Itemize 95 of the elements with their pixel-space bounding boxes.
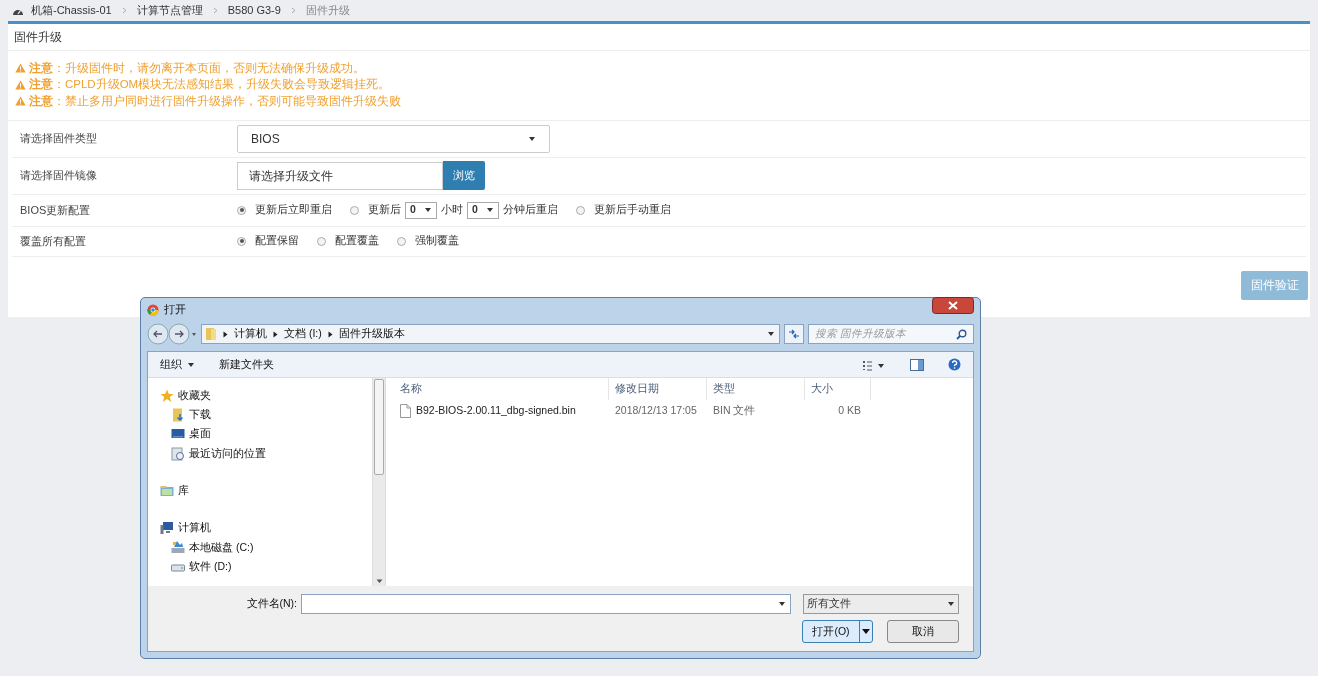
nav-item[interactable]: 最近访问的位置: [189, 445, 266, 462]
chevron-icon: [327, 330, 333, 338]
breadcrumb-current: 固件升级: [305, 3, 350, 19]
field-label: 请选择固件镜像: [19, 168, 98, 184]
file-type-select[interactable]: 所有文件: [803, 594, 959, 614]
warning-icon: [15, 96, 26, 107]
caret-icon: [947, 600, 955, 608]
warning-text: 注意：CPLD升级OM模块无法感知结果，升级失败会导致逻辑挂死。: [29, 76, 391, 93]
radio-button[interactable]: [397, 236, 406, 246]
toolbar-button[interactable]: 新建文件夹: [219, 356, 274, 373]
chevron-icon: [212, 7, 218, 14]
option-label: 配置保留: [255, 233, 299, 249]
warning-icon: [15, 79, 26, 90]
option-label: 强制覆盖: [415, 233, 459, 249]
nav-item[interactable]: 计算机: [178, 520, 211, 536]
folder-icon: [205, 327, 217, 341]
caret-icon: [424, 206, 432, 214]
option-label: 分钟后重启: [503, 202, 558, 218]
field-label: BIOS更新配置: [19, 202, 92, 218]
number-select[interactable]: 0: [405, 201, 437, 219]
caret-icon: [486, 206, 494, 214]
filename-field[interactable]: [301, 594, 791, 614]
star-icon: [160, 388, 174, 403]
path-segment[interactable]: 固件升级版本: [338, 326, 405, 342]
column-header[interactable]: 大小: [805, 378, 871, 400]
caret-icon: [528, 134, 536, 143]
field-label: 文件名(N):: [246, 596, 297, 612]
number-select[interactable]: 0: [467, 201, 499, 219]
back-forward-icon: [147, 323, 197, 345]
warning-text: 注意：禁止多用户同时进行固件升级操作，否则可能导致固件升级失败: [29, 93, 401, 109]
toolbar-button[interactable]: 组织: [160, 356, 195, 373]
folder-icon: [171, 407, 185, 422]
file-row[interactable]: B92-BIOS-2.00.11_dbg-signed.bin 2018/12/13 17:05 BIN 文件 0 KB: [394, 400, 969, 422]
warning-text: 注意：升级固件时，请勿离开本页面，否则无法确保升级成功。: [29, 60, 365, 76]
scrollbar[interactable]: [372, 378, 386, 586]
browser-icon: [147, 303, 159, 316]
path-segment[interactable]: 文档 (I:): [284, 326, 322, 342]
breadcrumb-link[interactable]: 机箱-Chassis-01: [31, 2, 112, 19]
radio-button[interactable]: [237, 205, 246, 215]
firmware-type-select[interactable]: BIOS: [237, 124, 550, 153]
chevron-icon: [223, 330, 228, 338]
nav-item[interactable]: 桌面: [189, 426, 211, 443]
caret-icon: [767, 330, 775, 338]
scroll-down-icon[interactable]: [375, 579, 383, 584]
file-date: 2018/12/13 17:05: [614, 403, 698, 419]
chevron-icon: [273, 330, 278, 338]
warning-icon: [15, 63, 26, 74]
radio-button[interactable]: [576, 205, 585, 215]
breadcrumb-link[interactable]: B580 G3-9: [227, 2, 281, 19]
radio-button[interactable]: [317, 236, 326, 246]
column-header[interactable]: 名称: [394, 378, 609, 400]
file-path-field[interactable]: 请选择升级文件: [237, 161, 443, 190]
nav-item[interactable]: 下载: [189, 407, 211, 423]
nav-item[interactable]: 软件 (D:): [189, 558, 232, 575]
disk-icon: [171, 540, 185, 555]
option-label: 更新后立即重启: [255, 202, 332, 218]
nav-item[interactable]: 库: [178, 482, 189, 499]
caret-icon[interactable]: [859, 621, 872, 642]
file-type: BIN 文件: [712, 403, 757, 419]
option-label: 更新后手动重启: [594, 202, 671, 218]
option-label: 小时: [441, 202, 463, 218]
dialog-title: 打开: [164, 302, 186, 318]
panel-title: 固件升级: [14, 29, 62, 46]
nav-item[interactable]: 收藏夹: [178, 387, 211, 404]
address-bar[interactable]: 计算机 文档 (I:) 固件升级版本: [201, 324, 780, 344]
library-icon: [160, 483, 174, 498]
file-name: B92-BIOS-2.00.11_dbg-signed.bin: [416, 403, 576, 419]
radio-button[interactable]: [237, 236, 246, 246]
view-options-icon[interactable]: [862, 358, 886, 371]
path-segment[interactable]: 计算机: [234, 326, 267, 342]
caret-icon: [778, 600, 786, 608]
preview-pane-icon[interactable]: [910, 358, 924, 371]
field-label: 请选择固件类型: [19, 131, 98, 147]
refresh-icon[interactable]: [784, 324, 804, 344]
computer-icon: [160, 521, 174, 536]
cancel-button[interactable]: 取消: [887, 620, 959, 643]
breadcrumb-link[interactable]: 计算节点管理: [136, 2, 203, 19]
recent-places-icon: [171, 446, 185, 461]
column-header[interactable]: 类型: [707, 378, 805, 400]
search-icon: [956, 328, 967, 340]
field-label: 覆盖所有配置: [19, 233, 87, 249]
caret-icon: [187, 360, 195, 369]
file-size: 0 KB: [837, 403, 862, 419]
file-icon: [400, 404, 411, 418]
option-label: 更新后: [368, 202, 401, 218]
help-icon[interactable]: [948, 358, 961, 371]
close-icon[interactable]: [932, 297, 974, 314]
chevron-icon: [290, 7, 296, 14]
column-header[interactable]: 修改日期: [609, 378, 707, 400]
browse-button[interactable]: 浏览: [443, 161, 485, 190]
chevron-icon: [121, 7, 127, 14]
option-label: 配置覆盖: [335, 233, 379, 249]
search-placeholder: 搜索 固件升级版本: [815, 326, 906, 342]
nav-item[interactable]: 本地磁盘 (C:): [189, 539, 254, 556]
radio-button[interactable]: [350, 205, 359, 215]
